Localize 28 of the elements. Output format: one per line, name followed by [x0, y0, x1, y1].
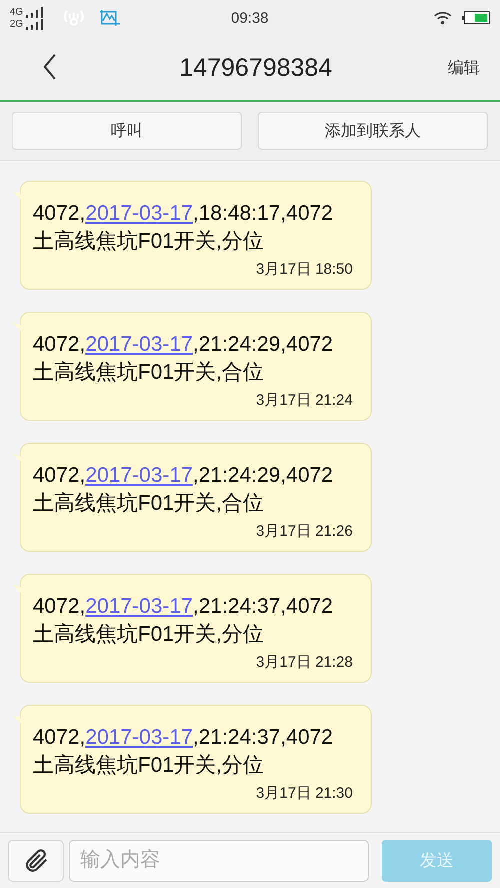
back-icon — [43, 54, 57, 80]
message-time: 3月17日 18:50 — [255, 260, 354, 279]
battery-icon — [462, 11, 490, 25]
action-button[interactable]: 添加到联系人 — [258, 112, 488, 150]
date-link[interactable]: 2017-03-17 — [86, 726, 193, 749]
clock-time: 09:38 — [231, 10, 269, 26]
message-input[interactable]: 输入内容 — [69, 840, 370, 882]
date-link[interactable]: 2017-03-17 — [86, 464, 193, 487]
message-time: 3月17日 21:30 — [255, 784, 354, 803]
date-link[interactable]: 2017-03-17 — [86, 595, 193, 618]
date-link[interactable]: 2017-03-17 — [86, 202, 193, 225]
message-text: 4072,2017-03-17,21:24:37,4072 土高线焦坑F01开关,分位 — [33, 725, 334, 779]
screenshot-icon — [100, 10, 120, 26]
date-link[interactable]: 2017-03-17 — [86, 333, 193, 356]
message-text: 4072,2017-03-17,21:24:29,4072 土高线焦坑F01开关,合位 — [33, 332, 334, 386]
message-time: 3月17日 21:28 — [255, 653, 354, 672]
edit-button[interactable]: 编辑 — [448, 58, 480, 78]
wifi-icon — [434, 11, 452, 25]
phone-number-title: 14796798384 — [178, 54, 334, 82]
message-text: 4072,2017-03-17,18:48:17,4072 土高线焦坑F01开关,分位 — [33, 201, 334, 255]
attach-button[interactable] — [8, 840, 64, 882]
message-text: 4072,2017-03-17,21:24:29,4072 土高线焦坑F01开关,合位 — [33, 463, 334, 517]
message-time: 3月17日 21:24 — [255, 391, 354, 410]
network-label: 2G — [10, 18, 24, 30]
message-time: 3月17日 21:26 — [255, 522, 354, 541]
network-label: 4G — [10, 6, 24, 18]
message-text: 4072,2017-03-17,21:24:37,4072 土高线焦坑F01开关,分位 — [33, 594, 334, 648]
action-button[interactable]: 呼叫 — [12, 112, 242, 150]
